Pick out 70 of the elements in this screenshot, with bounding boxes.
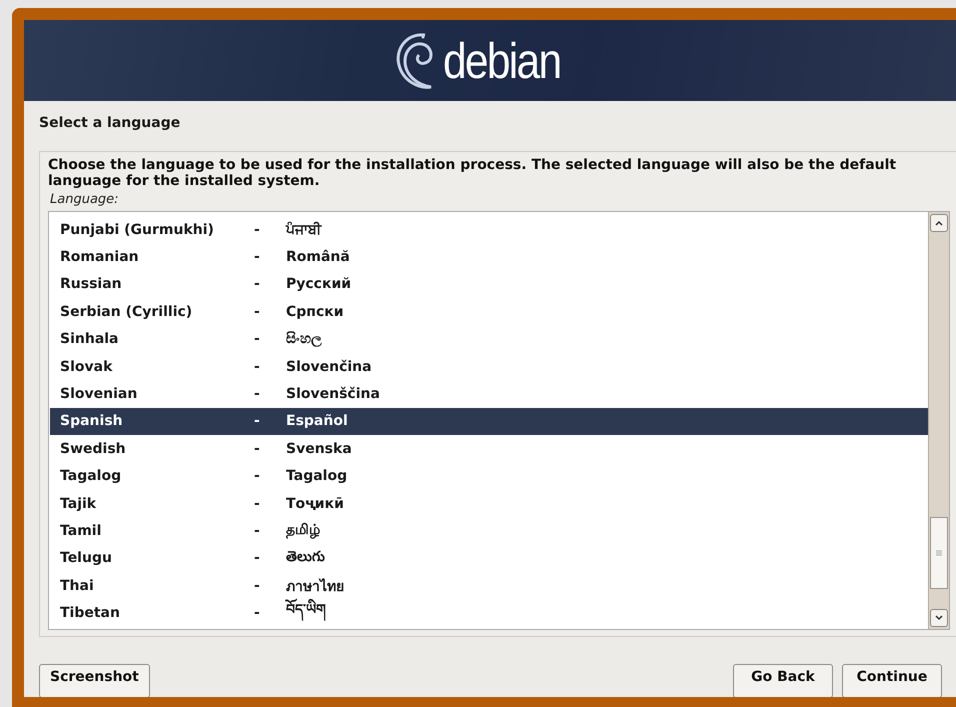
- native-name: Slovenčina: [286, 358, 372, 375]
- language-name: Spanish: [59, 413, 124, 430]
- native-name: తెలుగు: [286, 548, 325, 567]
- native-name: Svenska: [286, 440, 352, 457]
- separator-dash: -: [254, 222, 261, 238]
- separator-dash: -: [254, 304, 261, 320]
- separator-dash: -: [254, 413, 261, 430]
- language-row[interactable]: Spanish - Español: [50, 408, 928, 436]
- separator-dash: -: [254, 496, 261, 512]
- continue-button[interactable]: Continue: [842, 664, 942, 697]
- language-name: Thai: [59, 578, 95, 594]
- logo-text: debian: [442, 32, 560, 90]
- language-name: Russian: [59, 276, 123, 292]
- separator-dash: -: [254, 522, 261, 539]
- language-name: Tagalog: [59, 468, 122, 484]
- native-name: Română: [286, 249, 350, 266]
- language-name: Telugu: [59, 550, 113, 566]
- separator-dash: -: [254, 358, 261, 375]
- scroll-up-button[interactable]: [930, 214, 948, 232]
- language-row[interactable]: Slovenian - Slovenščina: [50, 380, 928, 408]
- language-name: Sinhala: [59, 331, 120, 348]
- language-name: Tamil: [59, 522, 102, 539]
- language-row[interactable]: Sinhala - සිංහල: [50, 326, 928, 353]
- scrollbar[interactable]: [928, 212, 949, 629]
- caret-up-icon: [935, 220, 943, 226]
- language-row[interactable]: Tajik - Тоҷикӣ: [50, 490, 928, 518]
- language-name: Serbian (Cyrillic): [59, 304, 194, 320]
- language-name: Tibetan: [59, 605, 121, 622]
- language-row[interactable]: Romanian - Română: [50, 243, 928, 271]
- list-label: Language:: [50, 192, 120, 207]
- separator-dash: -: [254, 386, 261, 402]
- language-name: Slovak: [59, 358, 114, 375]
- language-row[interactable]: Telugu - తెలుగు: [50, 544, 928, 572]
- language-name: Romanian: [59, 249, 140, 266]
- back-button[interactable]: Go Back: [733, 664, 833, 697]
- native-name: Тоҷикӣ: [286, 496, 344, 512]
- step-title: Select a language: [39, 115, 182, 131]
- native-name: සිංහල: [286, 331, 322, 348]
- separator-dash: -: [254, 468, 261, 484]
- native-name: Español: [286, 413, 348, 430]
- language-row[interactable]: Swedish - Svenska: [50, 435, 928, 463]
- native-name: ਪੰਜਾਬੀ: [286, 222, 321, 238]
- language-name: Swedish: [59, 440, 127, 457]
- native-name: Slovenščina: [286, 386, 380, 402]
- separator-dash: -: [254, 331, 261, 348]
- language-row[interactable]: Tamil - தமிழ்: [50, 517, 928, 545]
- separator-dash: -: [254, 440, 261, 457]
- native-name: தமிழ்: [286, 522, 320, 540]
- language-name: Punjabi (Gurmukhi): [59, 222, 215, 238]
- language-row[interactable]: Russian - Русский: [50, 270, 928, 298]
- language-row[interactable]: Punjabi (Gurmukhi) - ਪੰਜਾਬੀ: [50, 216, 928, 244]
- separator-dash: -: [254, 605, 261, 622]
- separator-dash: -: [254, 578, 261, 594]
- separator-dash: -: [254, 276, 261, 292]
- native-name: Tagalog: [286, 468, 348, 484]
- scroll-thumb[interactable]: [930, 517, 948, 589]
- caret-down-icon: [935, 615, 943, 621]
- language-row[interactable]: Tagalog - Tagalog: [50, 462, 928, 490]
- language-name: Tajik: [59, 496, 98, 512]
- separator-dash: -: [254, 550, 261, 566]
- separator-dash: -: [254, 249, 261, 266]
- native-name: Русский: [286, 276, 352, 292]
- scroll-down-button[interactable]: [930, 609, 948, 627]
- language-row[interactable]: Slovak - Slovenčina: [50, 352, 928, 380]
- screenshot-button[interactable]: Screenshot: [39, 664, 150, 697]
- grip-icon: [935, 549, 943, 557]
- native-name: Српски: [286, 304, 344, 320]
- language-name: Slovenian: [59, 386, 138, 402]
- description-text: Choose the language to be used for the installation process. The selected language will also be the default language for the installed system.: [48, 157, 898, 189]
- language-row[interactable]: Serbian (Cyrillic) - Српски: [50, 298, 928, 326]
